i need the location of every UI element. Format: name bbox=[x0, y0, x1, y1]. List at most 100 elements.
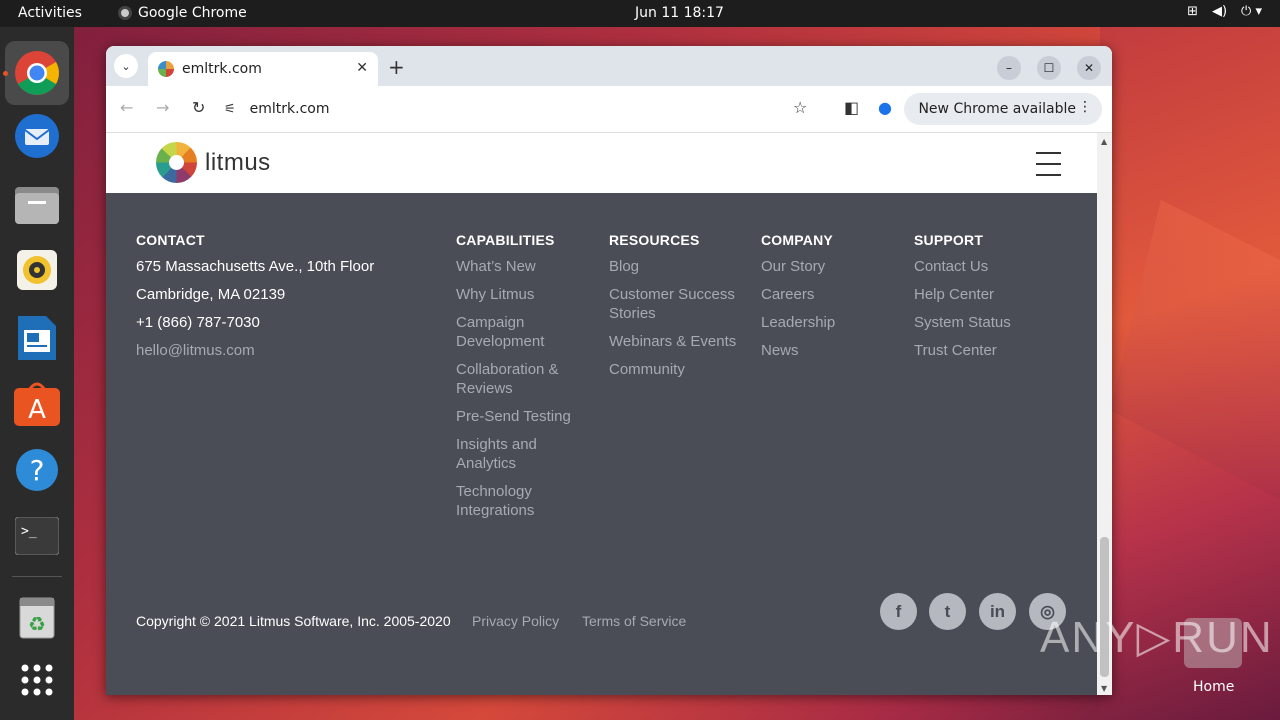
footer-link[interactable]: Collaboration & Reviews bbox=[456, 360, 586, 398]
footer-link[interactable]: Community bbox=[609, 360, 739, 379]
footer-link[interactable]: Careers bbox=[761, 285, 891, 304]
litmus-logo[interactable]: litmus bbox=[156, 142, 271, 183]
company-column: COMPANY Our Story Careers Leadership New… bbox=[761, 232, 891, 369]
favicon-icon bbox=[158, 61, 174, 77]
tab-search-button[interactable]: ⌄ bbox=[114, 54, 138, 78]
dock-separator bbox=[12, 576, 62, 577]
facebook-glyph: f bbox=[895, 601, 902, 621]
linkedin-glyph: in bbox=[989, 601, 1006, 621]
footer-link[interactable]: Trust Center bbox=[914, 341, 1044, 360]
chrome-icon[interactable] bbox=[5, 41, 69, 105]
column-heading: SUPPORT bbox=[914, 232, 984, 248]
site-footer: CONTACT 675 Massachusetts Ave., 10th Flo… bbox=[106, 193, 1097, 695]
trash-icon[interactable]: ♻ bbox=[12, 593, 62, 643]
scroll-down-icon[interactable]: ▼ bbox=[1101, 684, 1107, 693]
clock[interactable]: Jun 11 18:17 bbox=[635, 5, 724, 21]
maximize-button[interactable]: ☐ bbox=[1037, 56, 1061, 80]
help-icon[interactable]: ? bbox=[12, 445, 62, 495]
hamburger-menu-icon[interactable] bbox=[1036, 152, 1061, 176]
network-icon: ⊞ bbox=[1187, 4, 1198, 19]
terminal-icon[interactable]: >_ bbox=[12, 511, 62, 561]
footer-link[interactable]: Insights and Analytics bbox=[456, 435, 586, 473]
capabilities-column: CAPABILITIES What’s New Why Litmus Campa… bbox=[456, 232, 586, 529]
tab-active[interactable]: emltrk.com ✕ bbox=[148, 52, 378, 86]
footer-link[interactable]: Leadership bbox=[761, 313, 891, 332]
dock: A ? >_ ♻ bbox=[0, 27, 74, 720]
app-menu[interactable]: Google Chrome bbox=[118, 5, 247, 21]
privacy-link[interactable]: Privacy Policy bbox=[472, 613, 559, 629]
footer-link[interactable]: Contact Us bbox=[914, 257, 1044, 276]
apps-grid-icon[interactable] bbox=[12, 655, 62, 705]
minimize-button[interactable]: – bbox=[997, 56, 1021, 80]
software-icon[interactable]: A bbox=[12, 379, 62, 429]
phone[interactable]: +1 (866) 787-7030 bbox=[136, 313, 374, 332]
forward-icon[interactable]: → bbox=[156, 98, 169, 117]
volume-icon: ◀) bbox=[1211, 4, 1228, 19]
terms-link[interactable]: Terms of Service bbox=[582, 613, 686, 629]
twitter-icon[interactable]: t bbox=[929, 593, 966, 630]
files-icon[interactable] bbox=[12, 179, 62, 229]
back-icon[interactable]: ← bbox=[120, 98, 133, 117]
copyright: Copyright © 2021 Litmus Software, Inc. 2… bbox=[136, 613, 451, 629]
page-scrollbar[interactable]: ▲ ▼ bbox=[1097, 133, 1112, 695]
svg-text:♻: ♻ bbox=[28, 612, 46, 636]
footer-link[interactable]: Our Story bbox=[761, 257, 891, 276]
address-line-2: Cambridge, MA 02139 bbox=[136, 286, 286, 303]
contact-column: CONTACT 675 Massachusetts Ave., 10th Flo… bbox=[136, 232, 374, 369]
watermark: ANY▷RUN bbox=[1040, 613, 1274, 662]
logo-text: litmus bbox=[205, 148, 271, 176]
new-chrome-button[interactable]: New Chrome available ⋮ bbox=[904, 93, 1102, 125]
svg-text:?: ? bbox=[30, 454, 45, 487]
svg-text:>_: >_ bbox=[21, 524, 37, 539]
chrome-small-icon bbox=[118, 6, 132, 20]
profile-icon[interactable]: ● bbox=[878, 98, 892, 117]
close-window-button[interactable]: ✕ bbox=[1077, 56, 1101, 80]
tab-strip: ⌄ emltrk.com ✕ + – ☐ ✕ bbox=[106, 46, 1112, 86]
tab-title: emltrk.com bbox=[182, 61, 262, 77]
side-panel-icon[interactable]: ◧ bbox=[844, 98, 859, 117]
footer-link[interactable]: Technology Integrations bbox=[456, 482, 586, 520]
email-link[interactable]: hello@litmus.com bbox=[136, 341, 374, 360]
web-page: litmus CONTACT 675 Massachusetts Ave., 1… bbox=[106, 133, 1097, 695]
footer-link[interactable]: Blog bbox=[609, 257, 739, 276]
footer-link[interactable]: Customer Success Stories bbox=[609, 285, 739, 323]
bookmark-star-icon[interactable]: ☆ bbox=[793, 98, 807, 117]
address-bar[interactable]: ⚟ emltrk.com bbox=[224, 93, 824, 125]
writer-icon[interactable] bbox=[12, 313, 62, 363]
system-tray[interactable]: ⊞ ◀) ⏻ ▾ bbox=[1187, 4, 1262, 19]
twitter-glyph: t bbox=[944, 601, 951, 621]
footer-link[interactable]: What’s New bbox=[456, 257, 586, 276]
thunderbird-icon[interactable] bbox=[12, 111, 62, 161]
close-tab-icon[interactable]: ✕ bbox=[356, 60, 368, 76]
chrome-window: ⌄ emltrk.com ✕ + – ☐ ✕ ← → ↻ ⚟ emltrk.co… bbox=[106, 46, 1112, 695]
browser-toolbar: ← → ↻ ⚟ emltrk.com ☆ ◧ ● New Chrome avai… bbox=[106, 86, 1112, 133]
scroll-up-icon[interactable]: ▲ bbox=[1101, 137, 1107, 146]
footer-link[interactable]: News bbox=[761, 341, 891, 360]
resources-column: RESOURCES Blog Customer Success Stories … bbox=[609, 232, 739, 388]
url-text: emltrk.com bbox=[249, 101, 330, 117]
new-tab-button[interactable]: + bbox=[388, 55, 405, 79]
app-name: Google Chrome bbox=[138, 5, 247, 21]
footer-link[interactable]: Why Litmus bbox=[456, 285, 586, 304]
home-folder-label: Home bbox=[1193, 679, 1235, 695]
activities-button[interactable]: Activities bbox=[18, 5, 82, 21]
support-column: SUPPORT Contact Us Help Center System St… bbox=[914, 232, 1044, 369]
column-heading: COMPANY bbox=[761, 232, 833, 248]
linkedin-icon[interactable]: in bbox=[979, 593, 1016, 630]
footer-link[interactable]: System Status bbox=[914, 313, 1044, 332]
footer-link[interactable]: Pre-Send Testing bbox=[456, 407, 586, 426]
site-header: litmus bbox=[106, 133, 1097, 193]
column-heading: RESOURCES bbox=[609, 232, 700, 248]
facebook-icon[interactable]: f bbox=[880, 593, 917, 630]
rhythmbox-icon[interactable] bbox=[12, 245, 62, 295]
menu-dots-icon[interactable]: ⋮ bbox=[1078, 99, 1092, 115]
svg-text:A: A bbox=[28, 395, 46, 425]
footer-link[interactable]: Campaign Development bbox=[456, 313, 586, 351]
footer-link[interactable]: Webinars & Events bbox=[609, 332, 739, 351]
reload-icon[interactable]: ↻ bbox=[192, 98, 205, 117]
site-info-icon[interactable]: ⚟ bbox=[224, 102, 236, 117]
contact-heading: CONTACT bbox=[136, 232, 205, 248]
running-indicator bbox=[3, 71, 8, 76]
footer-link[interactable]: Help Center bbox=[914, 285, 1044, 304]
new-chrome-label: New Chrome available bbox=[918, 101, 1076, 117]
